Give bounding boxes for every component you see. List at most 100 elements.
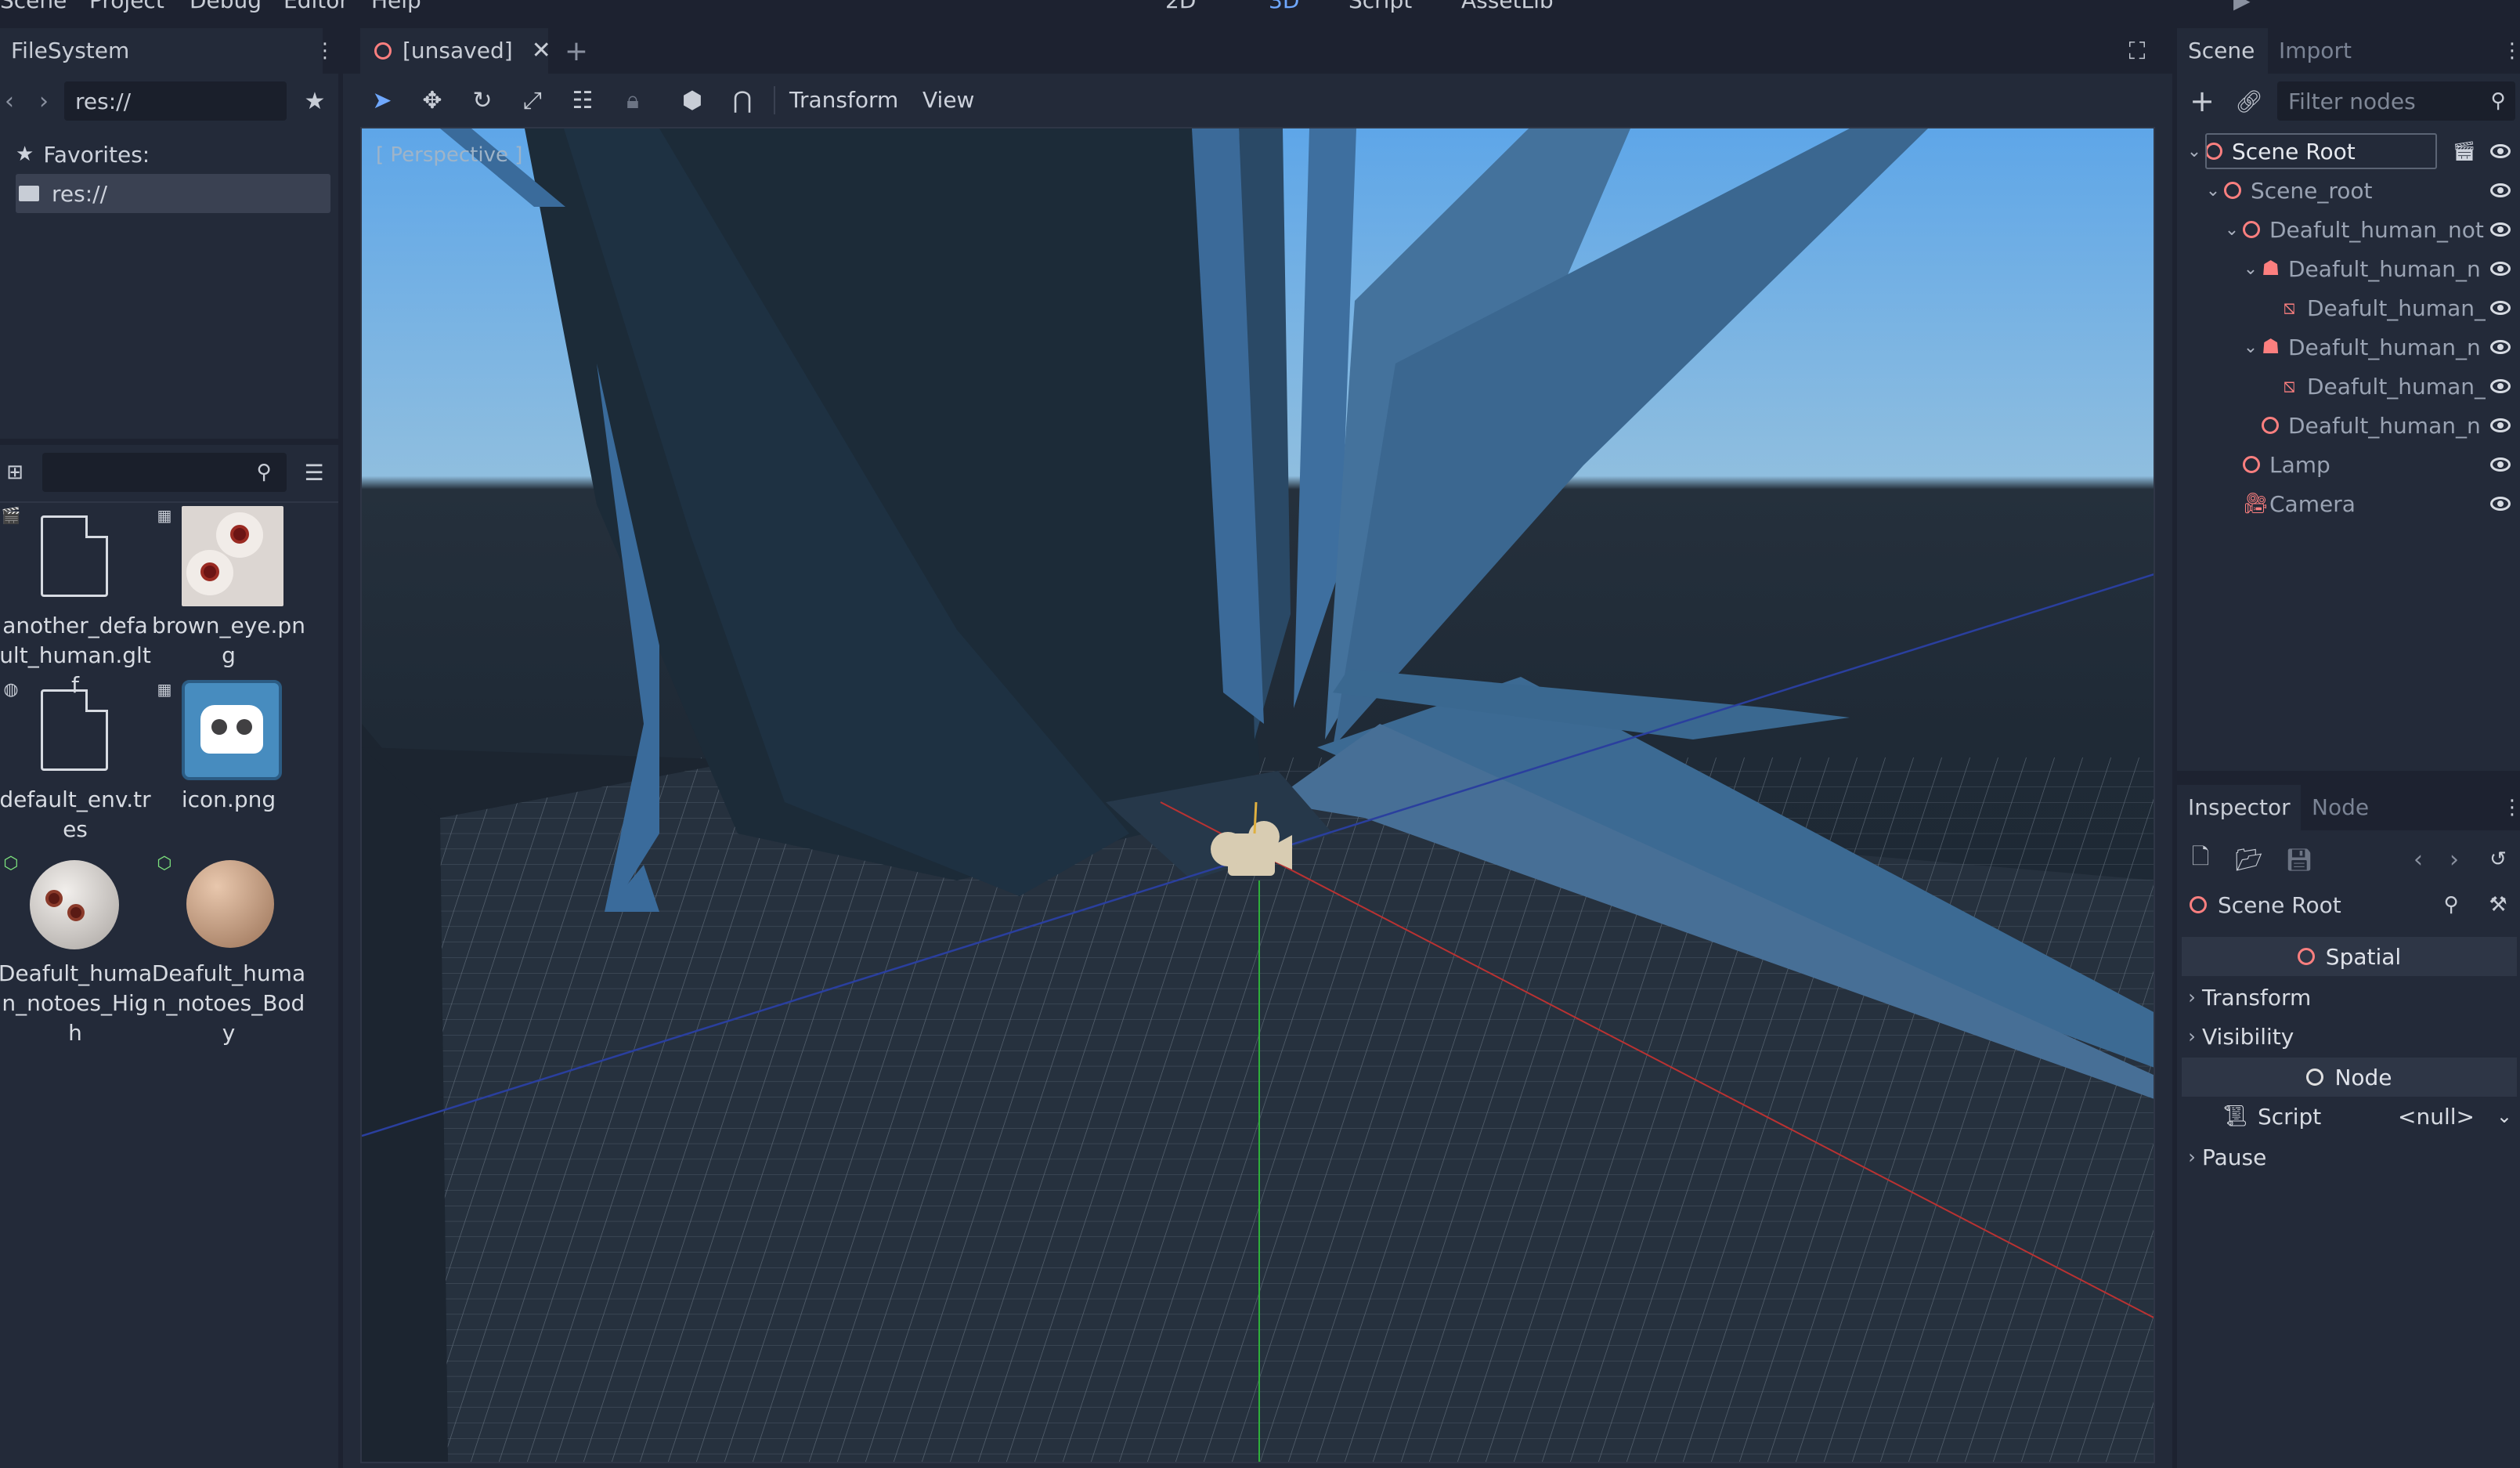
play-icon[interactable]: ▶ xyxy=(2233,0,2251,13)
tree-toggle-icon[interactable]: ⊞ xyxy=(0,454,30,490)
tab-node[interactable]: Node xyxy=(2301,785,2387,830)
tab-scene[interactable]: Scene xyxy=(2177,28,2268,74)
perspective-label[interactable]: [ Perspective ] xyxy=(376,143,522,167)
menu-scene[interactable]: Scene xyxy=(0,0,67,13)
workspace-script[interactable]: Script xyxy=(1348,0,1412,13)
list-select-icon[interactable]: ☷ xyxy=(565,83,600,118)
inspected-object[interactable]: Scene Root xyxy=(2190,885,2424,924)
mesh-thumbnail xyxy=(30,860,119,949)
scene-tree-item[interactable]: ⧅ Deafult_human_ xyxy=(2177,288,2520,327)
visibility-eye-icon[interactable] xyxy=(2490,183,2511,197)
visibility-eye-icon[interactable] xyxy=(2490,340,2511,354)
add-node-icon[interactable]: + xyxy=(2186,83,2218,119)
scene-tree-item-label: Lamp xyxy=(2269,451,2330,478)
history-forward-icon[interactable]: › xyxy=(2442,843,2467,876)
file-icon xyxy=(41,515,108,597)
group-transform[interactable]: › Transform xyxy=(2182,978,2517,1017)
move-tool-icon[interactable]: ✥ xyxy=(415,83,449,118)
path-input[interactable]: res:// xyxy=(64,81,287,121)
visibility-eye-icon[interactable] xyxy=(2490,379,2511,393)
file-item[interactable]: ▦ xyxy=(153,678,310,851)
menu-project[interactable]: Project xyxy=(89,0,164,13)
skeleton-icon: ☗ xyxy=(2262,257,2280,280)
scene-tree-item[interactable]: ⌄ ☗ Deafult_human_n xyxy=(2177,327,2520,367)
chevron-down-icon[interactable]: ⌄ xyxy=(2185,142,2204,161)
section-spatial-label: Spatial xyxy=(2325,943,2402,970)
menu-debug[interactable]: Debug xyxy=(190,0,262,13)
scene-tree-item[interactable]: ⌄ Deafult_human_not xyxy=(2177,210,2520,249)
mesh-type-icon: ⬡ xyxy=(157,853,172,873)
scene-tree-item-label: Deafult_human_n xyxy=(2288,334,2481,360)
history-back-icon[interactable]: ‹ xyxy=(2406,843,2431,876)
favorite-item-res[interactable]: res:// xyxy=(16,174,330,213)
chevron-down-icon[interactable]: ⌄ xyxy=(2497,1105,2512,1127)
property-search-icon[interactable]: ⚲ xyxy=(2435,888,2467,921)
chevron-down-icon[interactable]: ⌄ xyxy=(2241,338,2260,357)
lock-icon[interactable]: 🔒︎ xyxy=(616,83,650,118)
scene-tree-item[interactable]: ⌄ Scene_root xyxy=(2177,171,2520,210)
tab-import[interactable]: Import xyxy=(2268,28,2370,74)
visibility-eye-icon[interactable] xyxy=(2490,262,2511,276)
close-tab-icon[interactable]: ✕ xyxy=(532,28,551,74)
visibility-eye-icon[interactable] xyxy=(2490,144,2511,158)
link-icon[interactable]: 🔗︎ xyxy=(2233,83,2265,119)
scale-tool-icon[interactable]: ⤢ xyxy=(515,83,550,118)
visibility-eye-icon[interactable] xyxy=(2490,222,2511,237)
transform-menu[interactable]: Transform xyxy=(789,85,898,116)
scene-dock-menu-icon[interactable]: ⋮ xyxy=(2502,33,2520,69)
group-visibility[interactable]: › Visibility xyxy=(2182,1017,2517,1056)
visibility-eye-icon[interactable] xyxy=(2490,457,2511,472)
dock-menu-icon[interactable]: ⋮ xyxy=(315,33,335,69)
rotate-tool-icon[interactable]: ↻ xyxy=(465,83,500,118)
filter-nodes-input[interactable]: Filter nodes xyxy=(2277,81,2515,121)
spatial-node-icon xyxy=(2262,417,2279,434)
scene-tree-item-label: Deafult_human_n xyxy=(2288,255,2481,282)
forward-icon[interactable]: › xyxy=(34,83,53,119)
scene-tree-item[interactable]: ⧅ Deafult_human_ xyxy=(2177,367,2520,406)
scene-tree-item[interactable]: ⌄ Scene Root 🎬︎ xyxy=(2177,132,2520,171)
list-view-icon[interactable]: ☰ xyxy=(298,456,330,489)
split-handle[interactable] xyxy=(0,439,338,445)
scene-tree-item[interactable]: Deafult_human_n xyxy=(2177,406,2520,445)
view-menu[interactable]: View xyxy=(922,85,974,116)
scene-tree-item[interactable]: Lamp xyxy=(2177,445,2520,484)
save-resource-icon[interactable]: 💾︎ xyxy=(2284,843,2315,876)
star-icon[interactable]: ★ xyxy=(301,83,329,119)
workspace-2d[interactable]: 2D xyxy=(1165,0,1196,13)
viewport-3d[interactable]: [ Perspective ] xyxy=(360,127,2155,1463)
scene-tree-item-label: Deafult_human_ xyxy=(2307,373,2486,400)
chevron-down-icon[interactable]: ⌄ xyxy=(2204,181,2222,201)
script-value[interactable]: <null> xyxy=(2398,1104,2475,1130)
back-icon[interactable]: ‹ xyxy=(0,83,19,119)
chevron-down-icon[interactable]: ⌄ xyxy=(2241,259,2260,279)
camera-icon: 🎥︎ xyxy=(2243,492,2269,515)
menu-editor[interactable]: Editor xyxy=(283,0,348,13)
tab-filesystem[interactable]: FileSystem xyxy=(0,28,323,74)
inspector-dock-menu-icon[interactable]: ⋮ xyxy=(2502,790,2520,826)
inspected-object-name: Scene Root xyxy=(2218,891,2341,918)
scene-tree-item[interactable]: ⌄ ☗ Deafult_human_n xyxy=(2177,249,2520,288)
instance-scene-icon[interactable]: 🎬︎ xyxy=(2453,140,2476,162)
snap-icon[interactable]: ⋂ xyxy=(725,83,760,118)
workspace-assetlib[interactable]: AssetLib xyxy=(1461,0,1554,13)
workspace-3d[interactable]: 3D xyxy=(1269,0,1299,13)
script-label: Script xyxy=(2258,1103,2322,1130)
group-pause[interactable]: › Pause xyxy=(2182,1137,2517,1177)
add-tab-icon[interactable]: + xyxy=(561,33,592,69)
visibility-eye-icon[interactable] xyxy=(2490,301,2511,315)
tab-inspector[interactable]: Inspector xyxy=(2177,785,2301,830)
select-tool-icon[interactable]: ➤ xyxy=(365,83,399,118)
object-tools-icon[interactable]: ⚒ xyxy=(2482,888,2514,921)
open-resource-icon[interactable]: 📂︎ xyxy=(2233,843,2265,876)
scene-tree-item[interactable]: 🎥︎ Camera xyxy=(2177,484,2520,523)
menu-help[interactable]: Help xyxy=(371,0,421,13)
local-space-icon[interactable]: ⬢ xyxy=(675,83,709,118)
visibility-eye-icon[interactable] xyxy=(2490,497,2511,511)
object-history-icon[interactable]: ↺ xyxy=(2482,843,2514,876)
tab-unsaved-scene[interactable]: [unsaved] ✕ xyxy=(360,28,551,74)
file-caption: Deafult_huma n_notoes_High xyxy=(0,960,153,1046)
distraction-free-icon[interactable]: ⛶ xyxy=(2121,33,2154,69)
visibility-eye-icon[interactable] xyxy=(2490,418,2511,432)
new-resource-icon[interactable]: 🗋 xyxy=(2185,843,2216,876)
chevron-down-icon[interactable]: ⌄ xyxy=(2222,220,2241,240)
